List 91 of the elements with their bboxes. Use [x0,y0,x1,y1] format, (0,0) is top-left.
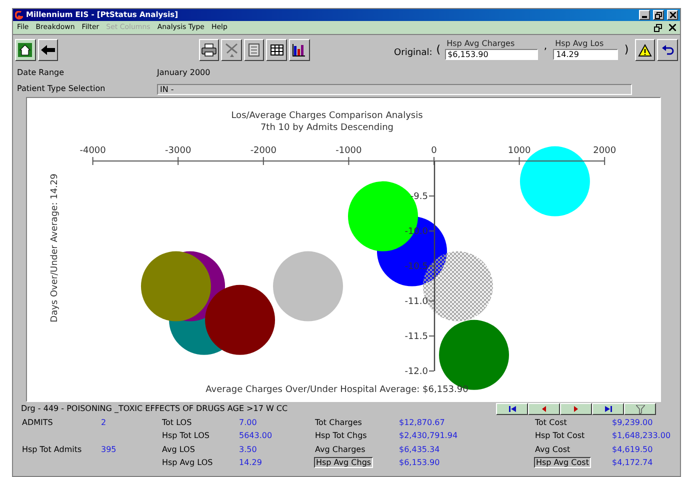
back-button[interactable] [38,39,58,61]
bar-chart-icon [292,43,306,57]
stat-label[interactable]: Hsp Tot LOS [161,431,210,440]
y-tick-label: -10.5 [404,262,428,272]
stat-label[interactable]: Hsp Avg Cost [534,457,591,468]
undo-arrow-icon [660,44,675,56]
stat-value: $6,435.34 [399,444,441,456]
x-axis-title: Average Charges Over/Under Hospital Average: $6,153.90 [206,385,468,395]
field-label: Hsp Avg Los [554,40,605,48]
x-tick-label: 1000 [508,146,531,156]
last-record-button[interactable] [592,403,624,415]
x-tick-label: -2000 [250,146,276,156]
close-parenthesis: ) [624,42,629,58]
stat-value: 5643.00 [239,430,274,442]
close-button[interactable] [667,10,678,20]
stat-value: 7.00 [239,416,258,429]
x-tick-label: -4000 [80,146,106,156]
info-label: Date Range [17,67,66,79]
y-tick-label: -9.5 [410,192,428,202]
stat-value: $1,648,233.00 [612,430,672,442]
stat-label[interactable]: Hsp Tot Admits [21,444,83,454]
home-icon [17,42,34,58]
info-value: January 2000 [157,67,210,79]
input-field[interactable]: $6,153.90 [444,49,538,60]
stat-value: 14.29 [239,457,263,470]
original-label: Original: [394,47,432,60]
stat-value: $4,619.50 [612,444,654,456]
stat-value: 3.50 [239,444,258,456]
tool-button[interactable] [221,39,242,61]
document-button[interactable] [244,39,264,61]
warning-icon [638,44,652,56]
previous-record-button[interactable] [528,403,560,415]
comma-separator: , [544,40,548,54]
stat-value: $4,172.74 [612,457,654,470]
y-axis-title: Days Over/Under Average: 14.29 [50,174,60,322]
stat-label[interactable]: Tot Charges [314,418,363,427]
x-tick-label: -3000 [165,146,192,156]
stat-value: 2 [101,416,108,429]
y-tick-label: -11.0 [404,297,428,307]
restore-button[interactable] [653,10,664,20]
app-logo-icon [15,10,23,20]
stat-value: $6,153.90 [399,457,441,470]
right-triangle-icon [574,406,578,412]
first-record-button[interactable] [496,403,528,415]
minimize-button[interactable] [639,10,650,20]
first-icon [508,406,516,412]
print-button[interactable] [198,39,220,61]
y-tick-label: -12.0 [404,367,428,377]
undo-button[interactable] [657,39,678,61]
stat-label[interactable]: Tot LOS [161,418,193,427]
stat-label[interactable]: Hsp Avg Chgs [314,457,374,468]
info-label: Patient Type Selection [17,83,106,95]
x-tick-label: -1000 [336,146,362,156]
filter-button[interactable] [624,403,656,415]
stat-label[interactable]: Tot Cost [534,418,568,427]
left-arrow-icon [40,44,56,56]
stat-value: 395 [101,444,118,456]
stat-value: $12,870.67 [399,416,446,429]
printer-icon [200,43,217,57]
stat-label[interactable]: Avg Charges [314,444,366,454]
stat-value: $9,239.00 [612,416,654,429]
x-tick-label: 0 [431,146,437,156]
chart-button[interactable] [289,39,310,61]
input-field[interactable]: 14.29 [553,49,618,60]
grid-button[interactable] [266,39,288,61]
x-tick-label: 2000 [593,146,616,156]
stat-label[interactable]: Hsp Tot Cost [534,431,586,440]
drg-description: Drg - 449 - POISONING _TOXIC EFFECTS OF DRUGS AGE >17 W CC [21,403,289,415]
y-tick-label: -11.5 [404,332,428,342]
chart-title: Los/Average Charges Comparison Analysis [231,111,423,121]
stat-label[interactable]: Avg Cost [534,444,572,454]
grid-icon [270,44,284,56]
stat-label[interactable]: Hsp Avg LOS [161,458,214,468]
close-icon [670,12,676,18]
stat-label[interactable]: Hsp Tot Chgs [314,431,368,440]
selection-field[interactable]: IN - [157,84,632,94]
funnel-icon [636,404,644,414]
left-triangle-icon [542,406,546,412]
crossed-tools-icon [224,42,240,58]
stat-label[interactable]: Avg LOS [161,444,196,454]
stat-value: $2,430,791.94 [399,430,459,442]
field-label: Hsp Avg Charges [446,40,516,48]
last-icon [604,406,612,412]
next-record-button[interactable] [560,403,592,415]
document-icon [248,43,260,57]
home-button[interactable] [15,39,36,61]
close-icon[interactable] [669,24,676,31]
open-parenthesis: ( [436,42,441,58]
warning-button[interactable] [634,39,656,61]
stat-label[interactable]: ADMITS [21,418,54,427]
chart-subtitle: 7th 10 by Admits Descending [260,123,394,133]
